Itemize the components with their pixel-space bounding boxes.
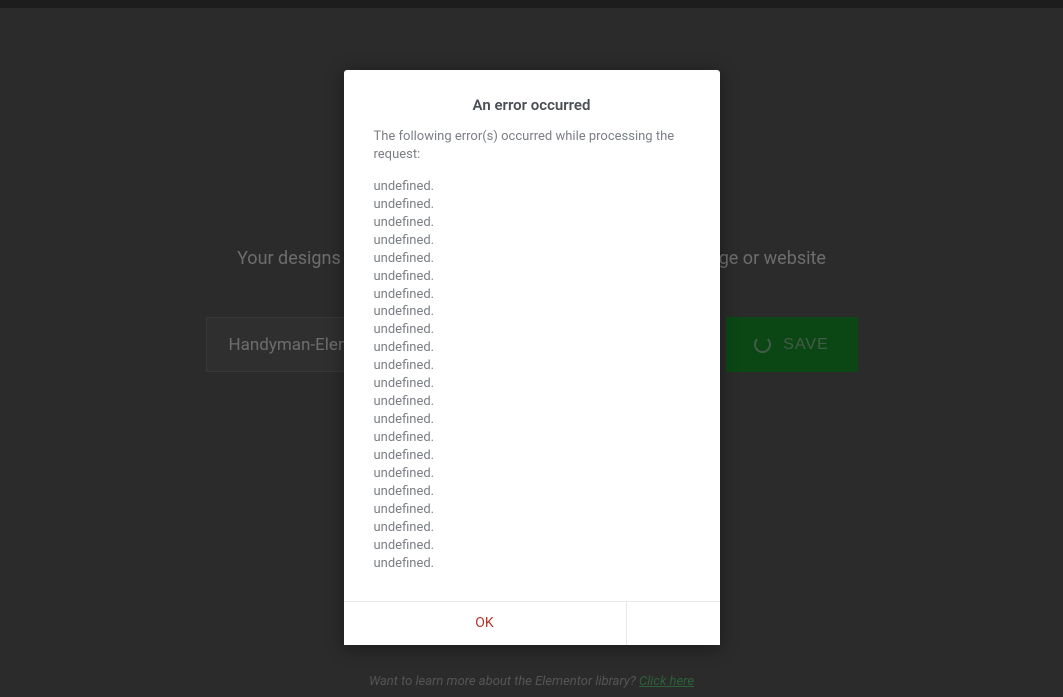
error-item: undefined. [374,555,690,573]
error-item: undefined. [374,232,690,250]
error-item: undefined. [374,178,690,196]
error-item: undefined. [374,321,690,339]
dialog-title: An error occurred [374,96,690,114]
error-item: undefined. [374,411,690,429]
error-item: undefined. [374,393,690,411]
error-item: undefined. [374,501,690,519]
error-item: undefined. [374,429,690,447]
error-item: undefined. [374,250,690,268]
error-item: undefined. [374,537,690,555]
error-item: undefined. [374,268,690,286]
dialog-header: An error occurred [344,70,720,114]
ok-button[interactable]: OK [344,602,626,645]
dialog-footer-spacer [626,602,720,645]
error-item: undefined. [374,375,690,393]
error-item: undefined. [374,196,690,214]
error-item: undefined. [374,303,690,321]
dialog-body: The following error(s) occurred while pr… [344,114,720,601]
dialog-intro: The following error(s) occurred while pr… [374,128,690,164]
error-item: undefined. [374,357,690,375]
error-item: undefined. [374,214,690,232]
error-item: undefined. [374,465,690,483]
dialog-footer: OK [344,601,720,645]
error-list: undefined.undefined.undefined.undefined.… [374,178,690,573]
error-item: undefined. [374,447,690,465]
error-item: undefined. [374,339,690,357]
error-item: undefined. [374,519,690,537]
error-dialog: An error occurred The following error(s)… [344,70,720,645]
error-item: undefined. [374,483,690,501]
error-item: undefined. [374,286,690,304]
modal-overlay: An error occurred The following error(s)… [0,0,1063,697]
